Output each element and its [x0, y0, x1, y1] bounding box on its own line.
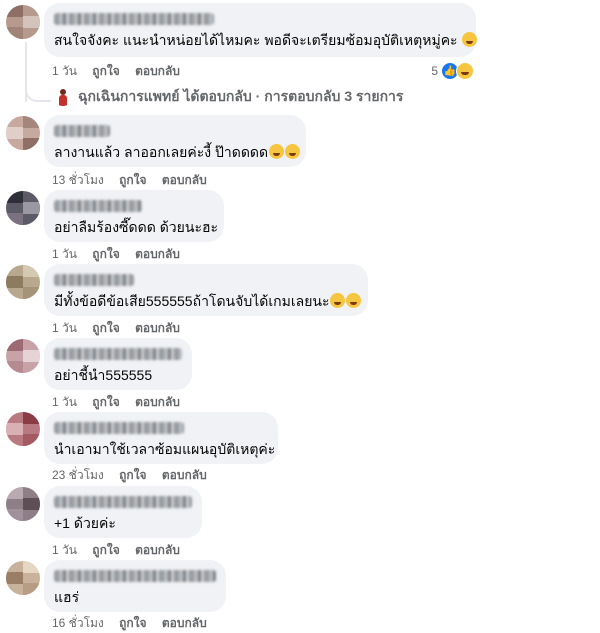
like-button[interactable]: ถูกใจ: [92, 321, 119, 335]
avatar[interactable]: [6, 561, 40, 595]
comment-text: อย่าชี้นำ555555: [54, 367, 153, 383]
comment-bubble: สนใจจังคะ แนะนำหน่อยได้ไหมคะ พอดีจะเตรีย…: [44, 3, 478, 57]
comment-text: มีทั้งข้อดีข้อเสีย555555ถ้าโดนจับได้เกมเ…: [54, 293, 330, 309]
reaction-count: 5: [431, 64, 438, 78]
comment-time[interactable]: 13 ชั่วโมง: [52, 173, 104, 187]
avatar[interactable]: [6, 116, 40, 150]
commenter-name-blurred[interactable]: [54, 13, 214, 25]
thread-connector: [25, 78, 51, 102]
reply-summary-text: ฉุกเฉินการแพทย์ ได้ตอบกลับ · การตอบกลับ …: [78, 88, 404, 104]
rofl-icon: [330, 293, 346, 308]
like-button[interactable]: ถูกใจ: [92, 543, 119, 557]
like-button[interactable]: ถูกใจ: [119, 468, 146, 482]
grin-icon: [462, 32, 478, 47]
rofl-icon: [269, 144, 285, 159]
reply-button[interactable]: ตอบกลับ: [135, 247, 180, 261]
comment-bubble: นำเอามาใช้เวลาซ้อมแผนอุบัติเหตุค่ะ: [44, 412, 278, 464]
reply-button[interactable]: ตอบกลับ: [135, 543, 180, 557]
commenter-name-blurred[interactable]: [54, 274, 134, 286]
comment-bubble: แฮร่: [44, 560, 226, 612]
like-button[interactable]: ถูกใจ: [119, 173, 146, 187]
comment-text: +1 ด้วยค่ะ: [54, 515, 116, 531]
comment-time[interactable]: 1 วัน: [52, 247, 77, 261]
reply-button[interactable]: ตอบกลับ: [162, 173, 207, 187]
comment-actions: 16 ชั่วโมง ถูกใจ ตอบกลับ: [52, 614, 219, 633]
comment-text: สนใจจังคะ แนะนำหน่อยได้ไหมคะ พอดีจะเตรีย…: [54, 32, 458, 48]
comment-text: แฮร่: [54, 589, 80, 605]
comment-time[interactable]: 1 วัน: [52, 64, 77, 78]
comment-text: ลางานแล้ว ลาออกเลยค่ะงี้ ป๊าดดดด: [54, 144, 269, 160]
avatar[interactable]: [6, 487, 40, 521]
reply-button[interactable]: ตอบกลับ: [135, 321, 180, 335]
reply-button[interactable]: ตอบกลับ: [162, 468, 207, 482]
comment-actions: 1 วัน ถูกใจ ตอบกลับ: [52, 541, 192, 560]
like-button[interactable]: ถูกใจ: [92, 395, 119, 409]
avatar[interactable]: [6, 412, 40, 446]
commenter-name-blurred[interactable]: [54, 570, 216, 582]
commenter-name-blurred[interactable]: [54, 125, 110, 137]
comment-actions: 1 วัน ถูกใจ ตอบกลับ: [52, 319, 192, 338]
comment-actions: 13 ชั่วโมง ถูกใจ ตอบกลับ: [52, 171, 219, 190]
comment-bubble: ลางานแล้ว ลาออกเลยค่ะงี้ ป๊าดดดด: [44, 115, 306, 167]
commenter-name-blurred[interactable]: [54, 496, 192, 508]
comment-time[interactable]: 1 วัน: [52, 321, 77, 335]
comment-actions: 1 วัน ถูกใจ ตอบกลับ: [52, 393, 192, 412]
comment-time[interactable]: 23 ชั่วโมง: [52, 468, 104, 482]
commenter-name-blurred[interactable]: [54, 422, 184, 434]
like-button[interactable]: ถูกใจ: [92, 64, 119, 78]
comment-text: นำเอามาใช้เวลาซ้อมแผนอุบัติเหตุค่ะ: [54, 441, 276, 457]
reply-button[interactable]: ตอบกลับ: [135, 64, 180, 78]
comment-actions: 23 ชั่วโมง ถูกใจ ตอบกลับ: [52, 466, 219, 485]
comment-bubble: +1 ด้วยค่ะ: [44, 486, 202, 538]
comment-time[interactable]: 1 วัน: [52, 395, 77, 409]
rofl-icon: [285, 144, 301, 159]
avatar[interactable]: [6, 5, 40, 39]
comment-text: อย่าลืมร้องซี๊ดดด ด้วยนะฮะ: [54, 219, 219, 235]
comment-time[interactable]: 1 วัน: [52, 543, 77, 557]
comment-bubble: อย่าลืมร้องซี๊ดดด ด้วยนะฮะ: [44, 190, 224, 242]
replier-avatar: [54, 88, 72, 106]
comment-actions: 1 วัน ถูกใจ ตอบกลับ: [52, 62, 192, 81]
avatar[interactable]: [6, 191, 40, 225]
comment-bubble: มีทั้งข้อดีข้อเสีย555555ถ้าโดนจับได้เกมเ…: [44, 264, 368, 316]
commenter-name-blurred[interactable]: [54, 348, 182, 360]
reply-button[interactable]: ตอบกลับ: [135, 395, 180, 409]
like-button[interactable]: ถูกใจ: [92, 247, 119, 261]
avatar[interactable]: [6, 339, 40, 373]
comment-actions: 1 วัน ถูกใจ ตอบกลับ: [52, 245, 192, 264]
commenter-name-blurred[interactable]: [54, 200, 142, 212]
haha-icon: [456, 62, 474, 80]
comment-bubble: อย่าชี้นำ555555: [44, 338, 192, 390]
view-replies-link[interactable]: ฉุกเฉินการแพทย์ ได้ตอบกลับ · การตอบกลับ …: [54, 86, 403, 108]
reaction-summary[interactable]: 5 👍: [431, 62, 474, 80]
avatar[interactable]: [6, 265, 40, 299]
rofl-icon: [346, 293, 362, 308]
